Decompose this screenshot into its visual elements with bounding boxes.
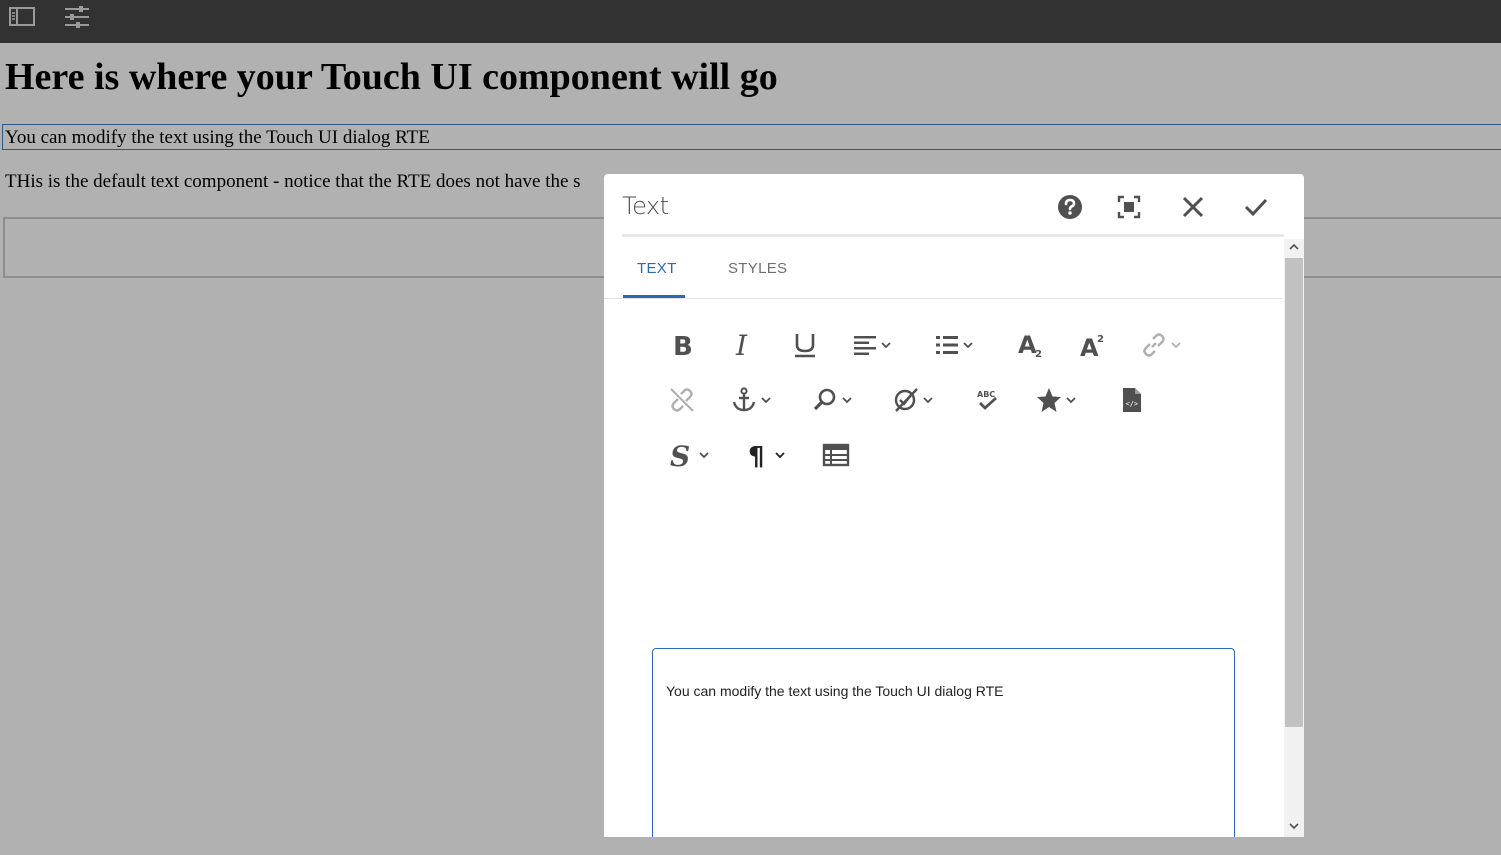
subscript-icon: A 2 [1016, 330, 1046, 360]
underline-icon [790, 330, 820, 360]
scrollbar-thumb[interactable] [1285, 258, 1303, 727]
svg-text:I: I [735, 330, 748, 360]
link-icon [1140, 331, 1168, 359]
unlink-button[interactable] [668, 383, 696, 417]
dialog-scrollbar[interactable] [1284, 239, 1304, 837]
editor-top-bar [0, 0, 1501, 43]
dialog-title: Text [622, 192, 669, 220]
source-edit-icon: </> [1118, 386, 1146, 414]
justify-button[interactable] [852, 328, 892, 362]
table-button[interactable] [822, 438, 850, 472]
anchor-button[interactable] [730, 383, 772, 417]
unlink-icon [668, 386, 696, 414]
scroll-down-icon[interactable] [1284, 818, 1304, 834]
spellcheck-icon: ABC [974, 386, 1002, 414]
tab-text[interactable]: TEXT [637, 256, 677, 282]
scroll-up-icon[interactable] [1284, 239, 1304, 255]
svg-text:2: 2 [1035, 349, 1042, 360]
special-characters-button[interactable] [1035, 383, 1077, 417]
chevron-down-icon [962, 339, 974, 351]
touch-ui-component-text[interactable]: You can modify the text using the Touch … [5, 127, 430, 149]
rte-editor-field[interactable]: You can modify the text using the Touch … [652, 648, 1235, 837]
side-panel-icon[interactable] [8, 3, 36, 31]
chevron-down-icon [1170, 339, 1182, 351]
spellcheck-remove-icon [892, 386, 920, 414]
justify-icon [852, 332, 878, 358]
styles-button[interactable]: S [668, 438, 710, 472]
find-replace-icon [811, 386, 839, 414]
text-dialog: Text TEXT STYLES B I A 2 A 2 ABC </> S ¶… [604, 174, 1304, 837]
paragraph-format-icon: ¶ [746, 440, 772, 470]
chevron-down-icon [841, 394, 853, 406]
svg-text:B: B [673, 332, 693, 360]
properties-icon[interactable] [63, 3, 91, 31]
chevron-down-icon [1065, 394, 1077, 406]
svg-text:¶: ¶ [748, 442, 765, 470]
title-separator [622, 234, 1284, 237]
table-icon [822, 441, 850, 469]
page-heading: Here is where your Touch UI component wi… [5, 56, 778, 98]
tab-styles[interactable]: STYLES [728, 256, 787, 282]
underline-button[interactable] [790, 328, 820, 362]
special-characters-icon [1035, 386, 1063, 414]
spellcheck-remove-button[interactable] [892, 383, 934, 417]
help-icon[interactable] [1055, 192, 1085, 222]
chevron-down-icon [922, 394, 934, 406]
link-button[interactable] [1140, 328, 1182, 362]
italic-icon: I [729, 330, 759, 360]
fullscreen-icon[interactable] [1114, 192, 1144, 222]
tabs-separator [604, 298, 1283, 299]
superscript-button[interactable]: A 2 [1078, 328, 1108, 362]
source-edit-button[interactable]: </> [1118, 383, 1146, 417]
subscript-button[interactable]: A 2 [1016, 328, 1046, 362]
svg-text:2: 2 [1097, 334, 1104, 345]
find-replace-button[interactable] [811, 383, 853, 417]
superscript-icon: A 2 [1078, 330, 1108, 360]
chevron-down-icon [774, 449, 786, 461]
bold-icon: B [668, 330, 698, 360]
bold-button[interactable]: B [668, 328, 698, 362]
anchor-icon [730, 386, 758, 414]
chevron-down-icon [880, 339, 892, 351]
default-text-component[interactable]: THis is the default text component - not… [5, 171, 600, 193]
svg-text:ABC: ABC [977, 390, 995, 399]
italic-button[interactable]: I [729, 328, 759, 362]
styles-icon: S [668, 440, 696, 470]
list-icon [934, 332, 960, 358]
list-button[interactable] [934, 328, 974, 362]
paragraph-format-button[interactable]: ¶ [746, 438, 786, 472]
chevron-down-icon [760, 394, 772, 406]
rte-content[interactable]: You can modify the text using the Touch … [666, 681, 1004, 701]
close-icon[interactable] [1178, 192, 1208, 222]
chevron-down-icon [698, 449, 710, 461]
svg-text:S: S [670, 440, 690, 470]
spellcheck-button[interactable]: ABC [974, 383, 1002, 417]
svg-text:</>: </> [1126, 400, 1139, 408]
check-icon[interactable] [1241, 192, 1271, 222]
